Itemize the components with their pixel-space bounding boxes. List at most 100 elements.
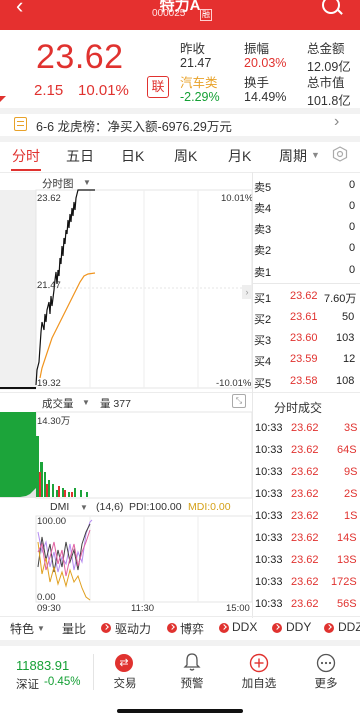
nav-alert[interactable]: 预警	[167, 675, 217, 691]
tab-ddy[interactable]: DDY	[286, 620, 311, 634]
nav-trade[interactable]: 交易	[100, 675, 150, 691]
active-tab-indicator	[11, 169, 41, 171]
sector-label[interactable]: 汽车类	[180, 72, 218, 91]
tab-daily-k[interactable]: 日K	[121, 146, 144, 166]
divider	[0, 640, 360, 646]
bid-volume: 7.60万	[324, 293, 357, 305]
caret-down-icon[interactable]: ▼	[80, 503, 88, 512]
divider	[252, 172, 253, 392]
caret-down-icon[interactable]: ▼	[311, 150, 320, 160]
chevron-right-icon[interactable]: ›	[334, 113, 339, 131]
ask-label: 卖3	[254, 224, 272, 236]
tab-five-day[interactable]: 五日	[66, 146, 94, 166]
expand-handle-icon[interactable]: ›	[242, 285, 252, 299]
nav-more[interactable]: 更多	[301, 675, 351, 691]
caret-down-icon[interactable]: ▼	[82, 398, 90, 407]
app-header: ‹ 特力A 000025 融	[0, 0, 360, 30]
trade-volume: 56S	[337, 598, 357, 610]
ask-label: 卖5	[254, 182, 272, 194]
ddx-icon	[219, 623, 229, 633]
expand-icon[interactable]: ⤡	[232, 394, 246, 408]
pct-low-label: -10.01%	[216, 378, 252, 389]
settings-hex-icon[interactable]	[332, 146, 348, 162]
bid-label: 买2	[254, 314, 272, 326]
dmi-y-top: 100.00	[37, 516, 67, 527]
trade-time: 10:33	[255, 466, 283, 478]
trade-price: 23.62	[291, 532, 319, 544]
divider	[0, 616, 360, 617]
tab-game[interactable]: 博弈	[180, 620, 204, 637]
trades-title[interactable]: 分时成交	[274, 399, 322, 416]
sector-change: -2.29%	[180, 90, 220, 104]
corner-flag-icon	[0, 96, 6, 102]
tab-volume-ratio[interactable]: 量比	[62, 620, 86, 637]
ask-volume: 0	[349, 264, 356, 276]
dmi-mdi: MDI:0.00	[188, 501, 231, 513]
price-mid-label: 21.47	[37, 280, 61, 291]
trade-price: 23.62	[291, 422, 319, 434]
trade-volume: 13S	[337, 554, 357, 566]
index-change: -0.45%	[44, 676, 81, 688]
dmi-pdi: PDI:100.00	[129, 501, 182, 513]
price-low-label: 19.32	[37, 378, 61, 389]
tab-weekly-k[interactable]: 周K	[174, 146, 197, 166]
add-watchlist-icon[interactable]	[249, 653, 269, 673]
linked-stock-button[interactable]: 联	[147, 76, 169, 98]
nav-add-watchlist[interactable]: 加自选	[234, 675, 284, 691]
tab-intraday[interactable]: 分时	[12, 146, 40, 166]
bell-icon[interactable]	[182, 652, 202, 672]
margin-badge: 融	[200, 9, 212, 21]
trade-price: 23.62	[291, 488, 319, 500]
stock-code: 000025	[152, 8, 186, 19]
tab-ddx[interactable]: DDX	[232, 620, 257, 634]
ask-label: 卖4	[254, 203, 272, 215]
stat-value: 20.03%	[244, 56, 287, 70]
trade-time: 10:33	[255, 444, 283, 456]
tab-monthly-k[interactable]: 月K	[228, 146, 251, 166]
trade-volume: 9S	[344, 466, 358, 478]
trade-price: 23.62	[291, 554, 319, 566]
price-high-label: 23.62	[37, 193, 61, 204]
bid-volume: 103	[336, 332, 355, 344]
stat-label: 总金额	[307, 42, 345, 56]
stat-label: 总市值	[307, 76, 345, 90]
tab-ddz[interactable]: DDZ	[338, 620, 360, 634]
tab-period[interactable]: 周期	[279, 146, 307, 166]
trade-time: 10:33	[255, 532, 283, 544]
divider	[252, 283, 360, 284]
dmi-y-bottom: 0.00	[37, 592, 56, 603]
bid-volume: 108	[336, 375, 355, 387]
trade-price: 23.62	[291, 576, 319, 588]
trade-icon[interactable]: ⇄	[115, 654, 133, 672]
bid-label: 买5	[254, 378, 272, 390]
tab-feature[interactable]: 特色	[10, 620, 34, 637]
trade-price: 23.62	[291, 466, 319, 478]
tab-driving-force[interactable]: 驱动力	[115, 620, 151, 637]
charts-canvas	[0, 189, 253, 603]
volume-qty: 量 377	[100, 398, 131, 410]
pct-high-label: 10.01%	[221, 193, 254, 204]
caret-down-icon[interactable]: ▼	[37, 624, 45, 633]
ddz-icon	[324, 623, 334, 633]
divider	[0, 108, 360, 114]
divider	[0, 136, 360, 142]
ask-label: 卖2	[254, 245, 272, 257]
bid-label: 买1	[254, 293, 272, 305]
dragon-list-icon	[14, 117, 27, 131]
more-icon[interactable]	[316, 653, 336, 673]
trade-price: 23.62	[291, 510, 319, 522]
volume-title[interactable]: 成交量	[42, 396, 74, 411]
divider	[93, 654, 94, 690]
drive-icon	[101, 623, 111, 633]
ask-label: 卖1	[254, 267, 272, 279]
bid-price: 23.62	[290, 290, 318, 302]
stat-label: 换手	[244, 76, 270, 90]
dragon-list-summary[interactable]: 6-6 龙虎榜：净买入额-6976.29万元	[36, 116, 232, 135]
volume-max-label: 14.30万	[37, 416, 71, 427]
trade-volume: 172S	[331, 576, 357, 588]
trade-volume: 3S	[344, 422, 358, 434]
dmi-title[interactable]: DMI	[50, 501, 69, 513]
game-icon	[167, 623, 177, 633]
stat-value: 14.49%	[244, 90, 287, 104]
index-value[interactable]: 11883.91	[16, 658, 69, 673]
